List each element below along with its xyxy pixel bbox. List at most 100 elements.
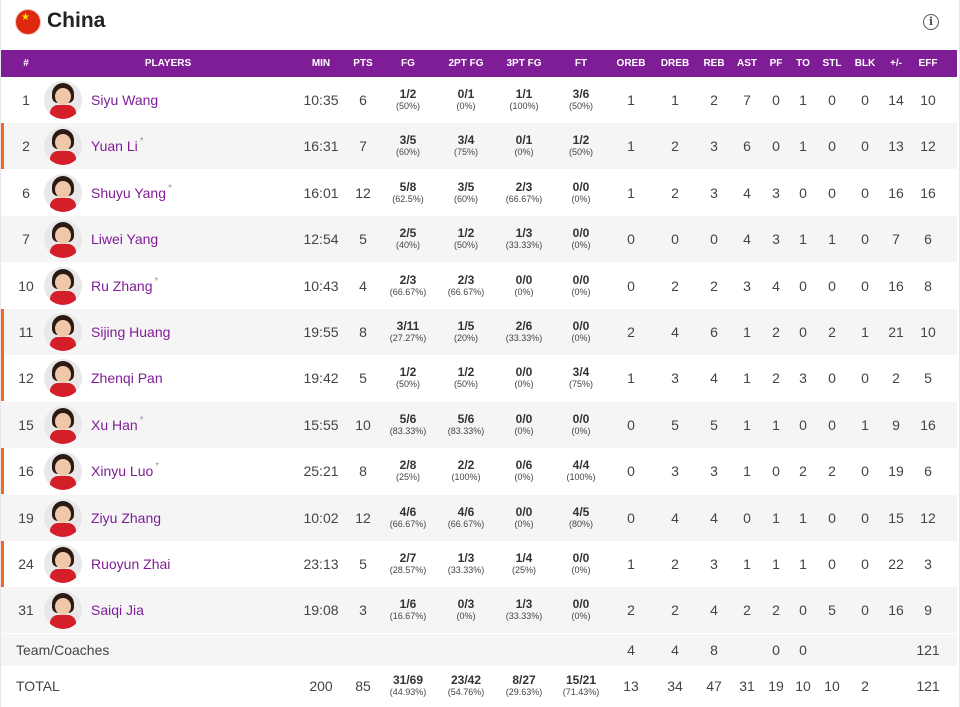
column-header-ast[interactable]: AST [737,50,757,77]
player-avatar[interactable] [44,359,82,398]
column-header-to[interactable]: TO [796,50,810,77]
player-name[interactable]: Zhenqi Pan [91,370,163,386]
stat-eff: 16 [920,416,936,433]
column-header-pts[interactable]: PTS [353,50,372,77]
column-header-stl[interactable]: STL [823,50,842,77]
player-name[interactable]: Yuan Li [91,138,138,154]
player-avatar[interactable] [44,81,82,119]
player-name[interactable]: Xinyu Luo [91,463,153,479]
player-avatar[interactable] [44,591,82,630]
player-avatar[interactable] [44,405,82,444]
column-header-name[interactable]: PLAYERS [145,50,191,77]
player-name-link[interactable]: Ziyu Zhang [91,495,161,541]
stat-fg-made: 5/6 [399,411,417,426]
player-row[interactable]: 11 Sijing Huang 19:55 8 3/11 (27.27%) 1/5 (20%)… [1,309,957,355]
stat-p3-pct: (0%) [514,472,534,483]
stat-fg-made: 2/3 [399,272,417,287]
player-name-link[interactable]: Saiqi Jia [91,587,144,633]
team-oreb: 4 [627,641,635,658]
stat-blk: 0 [861,138,869,155]
player-row[interactable]: 2 Yuan Li * 16:31 7 3/5 (60%) 3/4 (75%) 0/1 (0%) 1/… [1,123,957,170]
column-header-p3[interactable]: 3PT FG [506,50,541,77]
stat-ft-pct: (100%) [566,472,596,483]
stat-pf: 0 [772,92,780,108]
player-name-link[interactable]: Sijing Huang [91,309,170,355]
player-name-link[interactable]: Xinyu Luo * [91,448,159,494]
avatar-jersey [50,383,76,398]
stat-min: 19:08 [303,602,339,619]
player-row[interactable]: 7 Liwei Yang 12:54 5 2/5 (40%) 1/2 (50%) 1/3 (33.… [1,216,957,263]
stat-p2: 1/2 (50%) [454,355,478,401]
player-row[interactable]: 12 Zhenqi Pan 19:42 5 1/2 (50%) 1/2 (50%) 0/0 (0%… [1,355,957,402]
column-header-blk[interactable]: BLK [855,50,876,77]
jersey-number: 12 [18,370,34,387]
player-row[interactable]: 19 Ziyu Zhang 10:02 12 4/6 (66.67%) 4/6 (66.67%… [1,494,957,541]
column-header-ft[interactable]: FT [575,50,587,77]
player-avatar[interactable] [44,127,82,166]
player-row[interactable]: 15 Xu Han * 15:55 10 5/6 (83.33%) 5/6 (83.33%) 0/… [1,401,957,448]
player-row[interactable]: 16 Xinyu Luo * 25:21 8 2/8 (25%) 2/2 (100%) 0/6 (0… [1,448,957,495]
player-row[interactable]: 1 Siyu Wang 10:35 6 1/2 (50%) 0/1 (0%) 1/1 (100%)… [1,77,957,123]
stat-ft: 4/4 (100%) [566,448,595,494]
jersey-number: 10 [18,277,34,294]
team-to: 0 [799,641,807,658]
column-header-pm[interactable]: +/- [890,50,902,77]
player-name-link[interactable]: Shuyu Yang * [91,170,172,216]
column-header-p2[interactable]: 2PT FG [448,50,483,77]
player-name[interactable]: Liwei Yang [91,231,158,247]
player-avatar[interactable] [44,545,82,583]
column-header-eff[interactable]: EFF [919,50,938,77]
stat-reb: 3 [710,556,718,572]
player-name[interactable]: Ziyu Zhang [91,510,161,526]
column-header-dreb[interactable]: DREB [661,50,689,77]
stat-p3-pct: (0%) [514,425,534,436]
stat-pf: 3 [772,231,780,248]
player-name[interactable]: Ru Zhang [91,278,152,294]
player-name-link[interactable]: Ru Zhang * [91,263,158,309]
player-name-link[interactable]: Zhenqi Pan [91,355,163,401]
starter-asterisk: * [155,461,160,473]
player-row[interactable]: 10 Ru Zhang * 10:43 4 2/3 (66.67%) 2/3 (66.67%) 0… [1,263,957,309]
player-avatar[interactable] [44,498,82,537]
column-header-reb[interactable]: REB [703,50,724,77]
stat-eff: 3 [924,556,932,572]
player-name[interactable]: Ruoyun Zhai [91,556,170,572]
player-row[interactable]: 6 Shuyu Yang * 16:01 12 5/8 (62.5%) 3/5 (60%) 2/3… [1,170,957,216]
column-header-min[interactable]: MIN [312,50,330,77]
stat-ft-pct: (0%) [571,565,591,575]
column-header-oreb[interactable]: OREB [617,50,646,77]
player-name-link[interactable]: Yuan Li * [91,123,144,169]
player-name-link[interactable]: Siyu Wang [91,77,158,123]
player-avatar[interactable] [44,266,82,305]
player-name[interactable]: Shuyu Yang [91,185,166,201]
total-fg-pct: (44.93%) [389,686,427,697]
player-avatar[interactable] [44,452,82,491]
stat-min: 10:35 [303,92,339,108]
player-row[interactable]: 31 Saiqi Jia 19:08 3 1/6 (16.67%) 0/3 (0%) 1/3 (3… [1,587,957,634]
column-header-pf[interactable]: PF [770,50,783,77]
player-row[interactable]: 24 Ruoyun Zhai 23:13 5 2/7 (28.57%) 1/3 (33.33%… [1,541,957,587]
stat-ast: 4 [743,184,751,201]
column-header-num[interactable]: # [23,50,29,77]
stat-p3: 1/3 (33.33%) [506,216,543,262]
player-name[interactable]: Siyu Wang [91,92,158,108]
player-name[interactable]: Xu Han [91,417,138,433]
player-name-link[interactable]: Ruoyun Zhai [91,541,170,587]
stat-pf: 1 [772,416,780,433]
player-name-link[interactable]: Xu Han * [91,402,144,448]
avatar-jersey [50,197,76,212]
player-name[interactable]: Saiqi Jia [91,602,144,618]
player-avatar[interactable] [44,313,82,351]
player-avatar[interactable] [44,220,82,259]
stat-reb: 5 [710,416,718,433]
player-name-link[interactable]: Liwei Yang [91,216,158,262]
stat-ft-made: 4/4 [572,458,590,473]
jersey-number: 6 [22,184,30,201]
stat-blk: 0 [861,92,869,108]
player-avatar[interactable] [44,173,82,212]
player-name[interactable]: Sijing Huang [91,324,170,340]
info-icon[interactable]: i [923,14,939,30]
stat-min: 23:13 [303,556,339,572]
column-header-fg[interactable]: FG [401,50,415,77]
stat-to: 1 [799,509,807,526]
